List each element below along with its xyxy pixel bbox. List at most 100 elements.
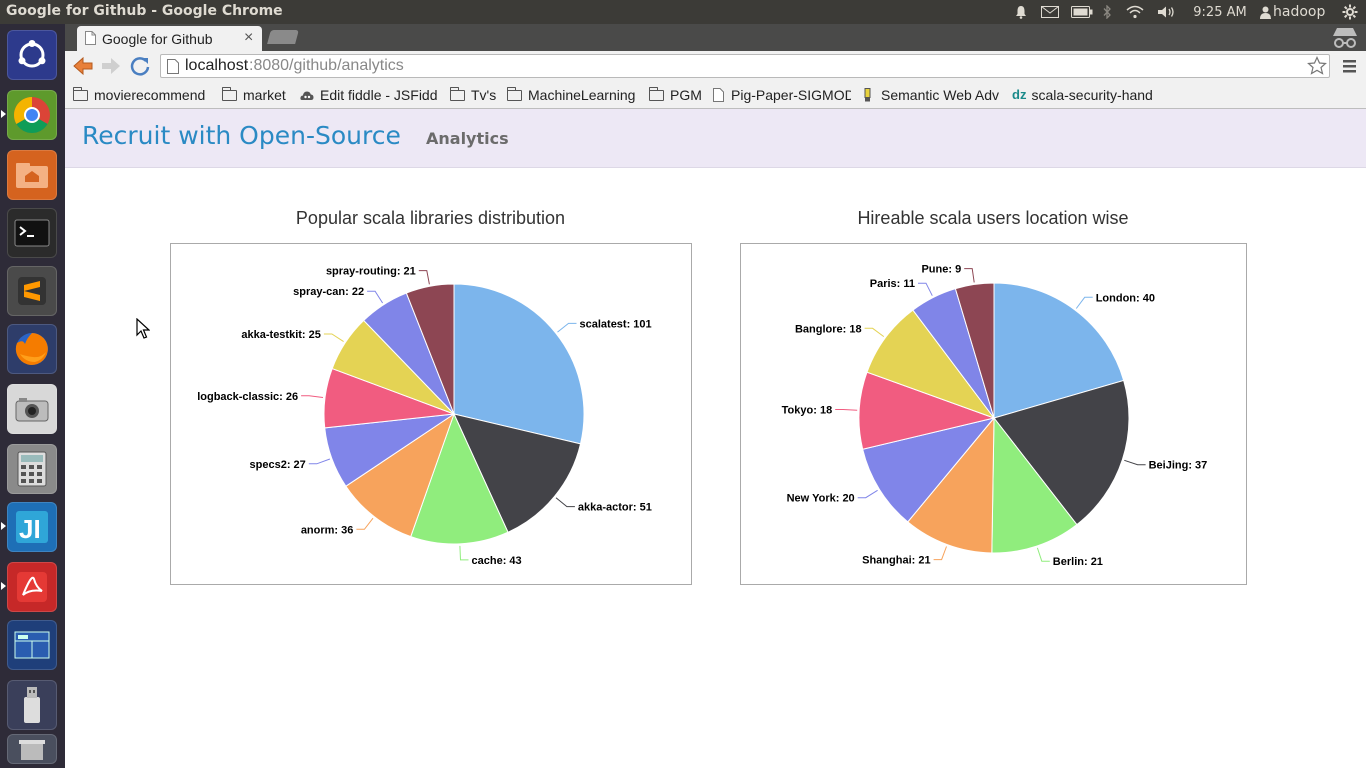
bookmark-semantic-web[interactable]: Semantic Web Adv [864,85,1001,105]
pie-label-shanghai: Shanghai: 21 [862,555,930,567]
pie-connector-beijing [1124,459,1146,466]
wifi-icon[interactable] [1124,0,1146,24]
brand-link[interactable]: Recruit with Open-Source [82,121,401,150]
bookmark-label: Tv's [471,87,497,103]
pie-label-tokyo: Tokyo: 18 [782,405,833,417]
svg-text:JI: JI [19,514,41,544]
sublime-text-icon[interactable] [7,266,57,316]
pie-chart-libraries: scalatest: 101 akka-actor: 51 cache: 43 ano… [197,266,652,567]
pie-connector-spray-routing [418,270,430,285]
chart-locations: London: 40 BeiJing: 37 Berlin: 21 Shanghai:… [740,243,1247,585]
tab-google-for-github[interactable]: Google for Github × [77,26,262,51]
new-tab-button[interactable] [267,30,299,44]
notification-bell-icon[interactable] [1012,0,1030,24]
chrome-running-indicator [1,110,6,118]
pie-connector-paris [918,282,933,296]
pie-label-pune: Pune: 9 [921,264,961,276]
chrome-icon[interactable] [7,90,57,140]
pie-label-scalatest: scalatest: 101 [580,318,652,330]
pie-label-cache: cache: 43 [472,555,522,567]
page-icon [167,59,179,74]
intellij-idea-icon[interactable]: JI [7,502,57,552]
volume-icon[interactable] [1155,0,1179,24]
bookmark-market[interactable]: market [222,85,292,105]
bookmark-movierecommend[interactable]: movierecommend [73,85,211,105]
bookmark-jsfiddle[interactable]: Edit fiddle - JSFidd [300,85,440,105]
pie-connector-anorm [356,517,374,530]
pie-connector-shanghai [933,546,947,561]
bookmark-label: MachineLearning [528,87,636,103]
chart-title-locations: Hireable scala users location wise [857,208,1129,228]
pie-connector-berlin [1036,547,1050,562]
back-button[interactable] [72,55,94,77]
usb-drive-icon[interactable] [7,680,57,730]
jsfiddle-icon [300,89,314,101]
bookmark-star-icon[interactable] [1307,56,1327,76]
nav-analytics-link[interactable]: Analytics [426,129,509,148]
pie-label-banglore: Banglore: 18 [795,323,862,335]
bookmark-label: Edit fiddle - JSFidd [320,87,438,103]
page-icon [85,31,96,45]
files-home-icon[interactable] [7,150,57,200]
reload-button[interactable] [129,55,151,77]
chart-libraries: scalatest: 101 akka-actor: 51 cache: 43 ano… [170,243,692,585]
pie-connector-logback-classic [301,395,324,398]
folder-icon [73,86,88,101]
forward-button[interactable] [100,55,122,77]
pie-label-specs2: specs2: 27 [250,459,306,471]
calculator-icon[interactable] [7,444,57,494]
window-title: Google for Github - Google Chrome [6,3,283,19]
bookmark-scala-security[interactable]: dz scala-security-hand [1012,85,1152,105]
dzone-icon: dz [1012,87,1027,102]
pie-connector-banglore [864,327,885,338]
terminal-icon[interactable] [7,208,57,258]
chrome-menu-icon[interactable] [1341,57,1359,75]
bookmarks-bar: movierecommend market Edit fiddle - JSFi… [65,81,1366,109]
pie-chart-locations: London: 40 BeiJing: 37 Berlin: 21 Shanghai:… [782,264,1208,569]
battery-icon[interactable] [1071,0,1093,24]
firefox-icon[interactable] [7,324,57,374]
url-host: localhost [185,57,249,74]
pie-connector-london [1075,296,1093,309]
pie-connector-akka-actor [555,497,575,508]
bookmark-label: PGM [670,87,702,103]
bookmark-machinelearning[interactable]: MachineLearning [507,85,642,105]
tab-close-icon[interactable]: × [244,29,253,47]
mouse-cursor-icon [136,317,151,340]
clock[interactable]: 9:25 AM [1188,0,1252,24]
folder-icon [649,86,664,101]
bookmark-tvs[interactable]: Tv's [450,85,502,105]
web-page: Recruit with Open-Source Analytics Popul… [65,109,1366,768]
pie-label-spray-routing: spray-routing: 21 [326,266,416,278]
bookmark-pig-paper[interactable]: Pig-Paper-SIGMOD [713,85,851,105]
browser-toolbar: localhost :8080/github/analytics [65,51,1366,81]
user-icon [1258,0,1272,24]
top-panel: Google for Github - Google Chrome 9:25 A… [0,0,1366,24]
pie-label-logback-classic: logback-classic: 26 [197,391,298,403]
bookmark-label: movierecommend [94,87,206,103]
user-name[interactable]: hadoop [1273,0,1333,24]
bookmark-label: market [243,87,286,103]
bookmark-pgm[interactable]: PGM [649,85,709,105]
pie-label-berlin: Berlin: 21 [1053,556,1103,568]
address-bar[interactable]: localhost :8080/github/analytics [160,54,1330,78]
mail-icon[interactable] [1040,0,1060,24]
trash-icon[interactable] [7,734,57,764]
intellij-running-indicator [1,522,6,530]
pie-label-akka-testkit: akka-testkit: 25 [241,329,321,341]
bluetooth-icon[interactable] [1100,0,1114,24]
page-icon [713,88,724,102]
pie-connector-specs2 [308,458,331,465]
pie-label-akka-actor: akka-actor: 51 [578,502,652,514]
incognito-icon [1327,24,1363,51]
pie-label-london: London: 40 [1096,292,1155,304]
camera-icon[interactable] [7,384,57,434]
pdf-running-indicator [1,582,6,590]
workspace-switcher-icon[interactable] [7,620,57,670]
pie-connector-pune [964,268,975,283]
pdf-reader-icon[interactable] [7,562,57,612]
ubuntu-dash-icon[interactable] [7,30,57,80]
pie-connector-scalatest [557,322,577,333]
system-gear-icon[interactable] [1339,0,1361,24]
pie-connector-spray-can [367,290,384,304]
